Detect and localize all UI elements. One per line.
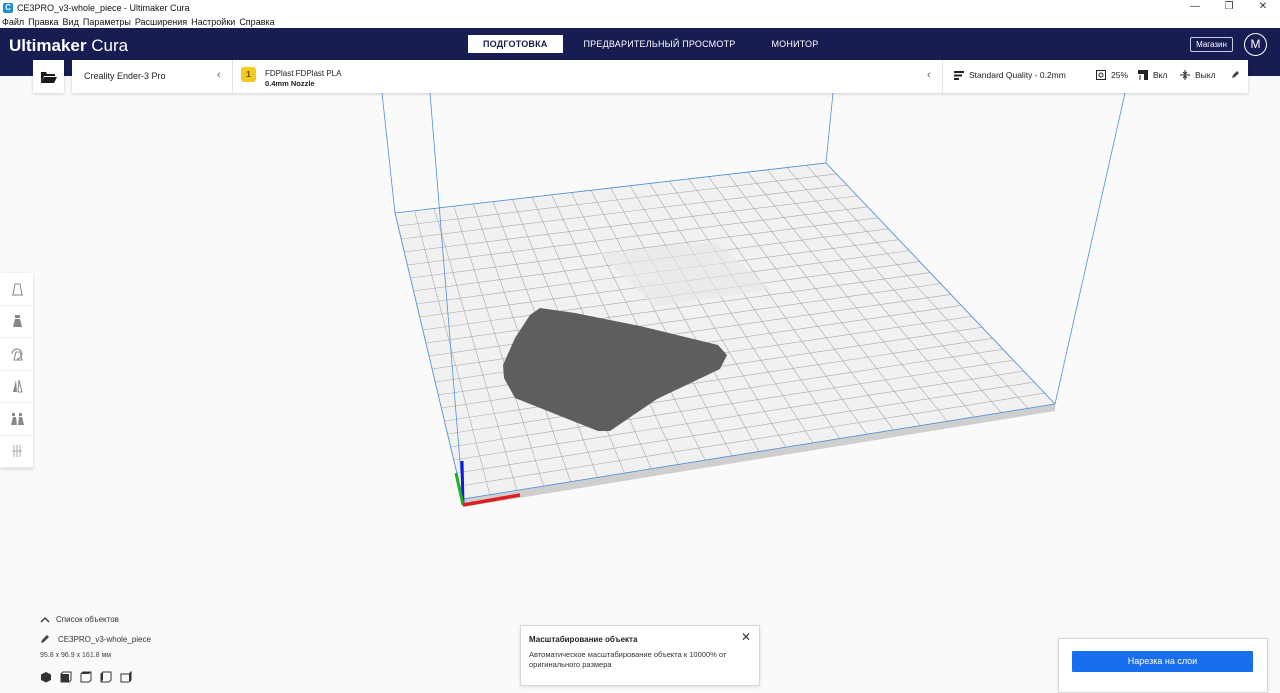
view-3d-button[interactable] — [40, 670, 60, 684]
cube-front-icon — [60, 671, 72, 683]
tab-prepare[interactable]: ПОДГОТОВКА — [468, 35, 563, 53]
edit-settings-button[interactable] — [1231, 70, 1240, 79]
object-list-label: Список объектов — [56, 615, 119, 624]
per-model-settings-tool[interactable] — [0, 403, 33, 436]
support-value: Вкл — [1153, 70, 1168, 80]
move-icon — [11, 283, 23, 296]
slice-panel: Нарезка на слои — [1058, 638, 1268, 693]
infill-icon — [1096, 70, 1106, 80]
menu-preferences[interactable]: Настройки — [191, 17, 235, 27]
transform-tools — [0, 273, 33, 468]
account-avatar[interactable]: M — [1244, 33, 1267, 56]
extruder-badge: 1 — [241, 67, 256, 82]
tab-monitor[interactable]: МОНИТОР — [756, 35, 833, 53]
tab-preview[interactable]: ПРЕДВАРИТЕЛЬНЫЙ ПРОСМОТР — [569, 35, 751, 53]
open-file-button[interactable] — [33, 60, 64, 93]
quality-profile: Standard Quality - 0.2mm — [954, 70, 1066, 80]
adhesion-setting: Выкл — [1180, 70, 1216, 80]
print-setup-bar: Creality Ender-3 Pro ‹ 1 FDPlast FDPlast… — [72, 60, 1248, 93]
window-controls: — ❐ ✕ — [1178, 0, 1280, 15]
object-list: Список объектов CE3PRO_v3-whole_piece 95… — [40, 615, 240, 683]
rotate-icon — [11, 348, 23, 361]
build-plate-scene — [381, 92, 1126, 507]
material-selector[interactable]: 1 FDPlast FDPlast PLA 0.4mm Nozzle ‹ — [233, 60, 943, 93]
support-blocker-icon — [11, 445, 22, 458]
scale-tool[interactable] — [0, 306, 33, 338]
material-name: FDPlast FDPlast PLA — [265, 69, 342, 78]
menu-extensions[interactable]: Расширения — [135, 17, 187, 27]
object-dimensions: 95.8 x 96.9 x 161.8 мм — [40, 652, 112, 659]
chevron-left-icon: ‹ — [217, 69, 221, 81]
printer-selector[interactable]: Creality Ender-3 Pro ‹ — [72, 60, 233, 93]
support-setting: Вкл — [1138, 70, 1167, 80]
infill-setting: 25% — [1096, 70, 1128, 80]
notification-title: Масштабирование объекта — [529, 635, 638, 644]
menu-view[interactable]: Вид — [63, 17, 79, 27]
print-settings-selector[interactable]: Standard Quality - 0.2mm 25% Вкл Выкл — [944, 60, 1248, 93]
support-icon — [1138, 70, 1148, 80]
move-tool[interactable] — [0, 273, 33, 306]
camera-view-buttons — [40, 670, 140, 684]
chevron-up-icon — [40, 616, 50, 622]
cube-left-icon — [100, 671, 112, 683]
close-window-button[interactable]: ✕ — [1246, 0, 1280, 15]
nozzle-size: 0.4mm Nozzle — [265, 79, 315, 88]
cura-app-icon: C — [3, 2, 13, 13]
view-right-button[interactable] — [120, 670, 140, 684]
menu-help[interactable]: Справка — [239, 17, 274, 27]
ultimaker-cura-logo: Ultimaker Cura — [9, 36, 129, 55]
cube-3d-icon — [41, 672, 51, 683]
printer-name: Creality Ender-3 Pro — [84, 71, 166, 81]
object-file-name: CE3PRO_v3-whole_piece — [58, 634, 151, 644]
mirror-icon — [12, 380, 23, 393]
pencil-icon — [41, 635, 49, 643]
adhesion-icon — [1180, 70, 1190, 80]
quality-label: Standard Quality - 0.2mm — [969, 70, 1066, 80]
quality-layers-icon — [954, 70, 964, 80]
minimize-button[interactable]: — — [1178, 0, 1212, 15]
cube-top-icon — [80, 671, 92, 683]
maximize-button[interactable]: ❐ — [1212, 0, 1246, 15]
pencil-icon — [1232, 71, 1239, 78]
view-left-button[interactable] — [100, 670, 120, 684]
close-icon[interactable]: ✕ — [741, 631, 751, 643]
per-model-settings-icon — [10, 412, 24, 425]
menu-bar: Файл Правка Вид Параметры Расширения Нас… — [0, 15, 1280, 28]
mirror-tool[interactable] — [0, 371, 33, 403]
slice-button[interactable]: Нарезка на слои — [1072, 651, 1253, 672]
object-file-row[interactable]: CE3PRO_v3-whole_piece — [40, 634, 151, 644]
marketplace-button[interactable]: Магазин — [1190, 37, 1233, 52]
window-title-bar: C CE3PRO_v3-whole_piece - Ultimaker Cura… — [0, 0, 1280, 15]
adhesion-value: Выкл — [1195, 70, 1216, 80]
folder-open-icon — [40, 71, 57, 83]
menu-settings[interactable]: Параметры — [83, 17, 131, 27]
notification-body: Автоматическое масштабирование объекта к… — [529, 650, 727, 669]
scale-notification: Масштабирование объекта ✕ Автоматическое… — [520, 625, 760, 686]
chevron-left-icon: ‹ — [927, 69, 931, 81]
scale-icon — [12, 315, 22, 328]
window-title: CE3PRO_v3-whole_piece - Ultimaker Cura — [17, 2, 190, 13]
rotate-tool[interactable] — [0, 338, 33, 371]
view-front-button[interactable] — [60, 670, 80, 684]
3d-viewport[interactable] — [0, 92, 1280, 693]
infill-value: 25% — [1111, 70, 1129, 80]
menu-file[interactable]: Файл — [2, 17, 24, 27]
support-blocker-tool[interactable] — [0, 436, 33, 468]
stage-tabs: ПОДГОТОВКА ПРЕДВАРИТЕЛЬНЫЙ ПРОСМОТР МОНИ… — [468, 35, 839, 53]
object-list-toggle[interactable]: Список объектов — [40, 615, 240, 624]
menu-edit[interactable]: Правка — [28, 17, 58, 27]
cube-right-icon — [120, 671, 132, 683]
view-top-button[interactable] — [80, 670, 100, 684]
